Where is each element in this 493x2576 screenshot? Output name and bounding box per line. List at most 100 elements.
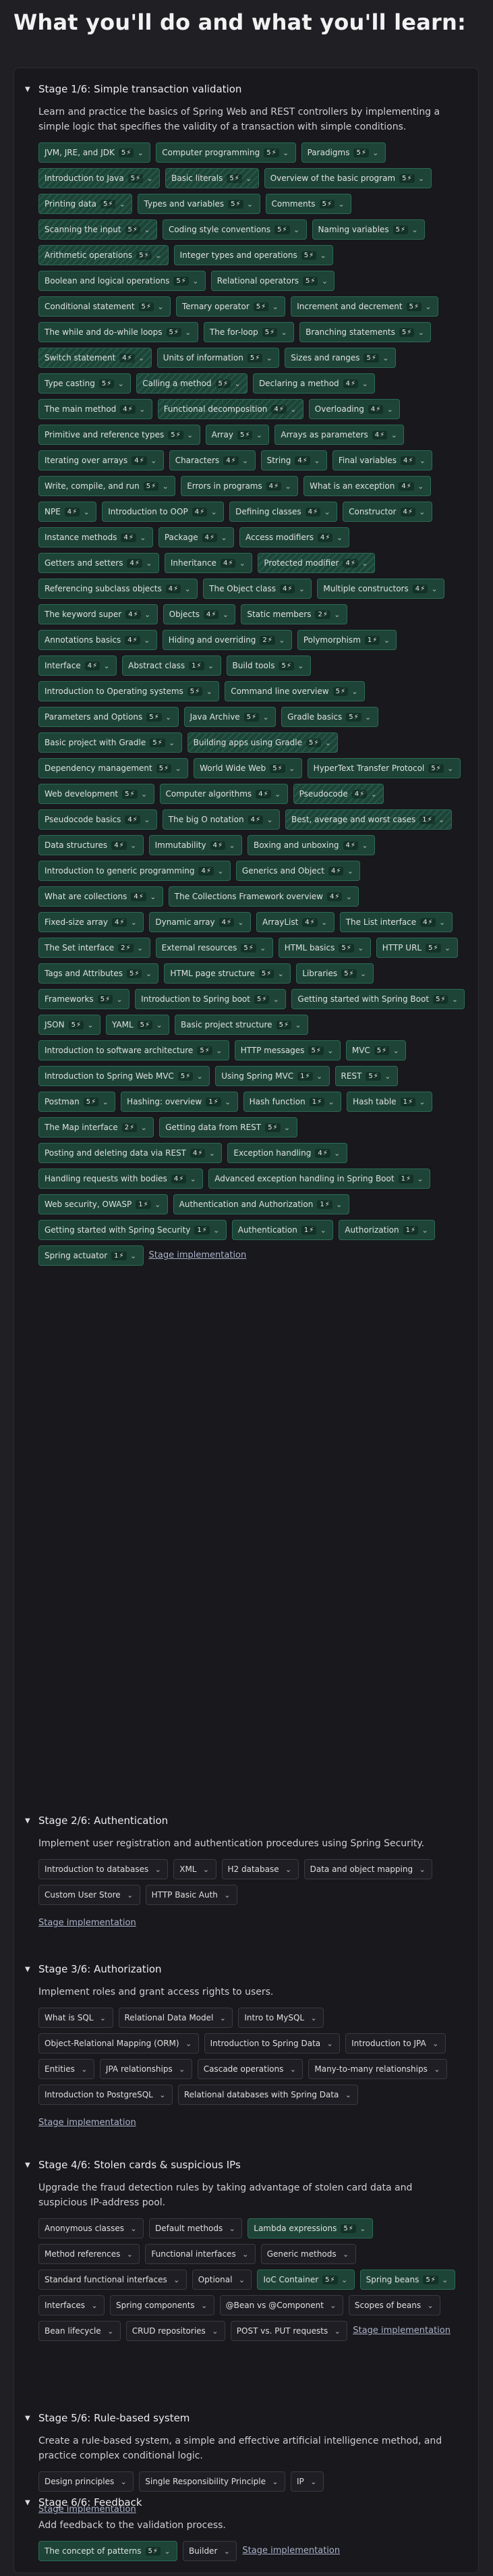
- topic-chip[interactable]: POST vs. PUT requests ⌄: [230, 2321, 348, 2341]
- stage-toggle[interactable]: ▼ Stage 5/6: Rule-based system: [24, 2411, 469, 2425]
- topic-chip[interactable]: Hash table 1 ⚡ ⌄: [347, 1092, 432, 1112]
- topic-chip[interactable]: Errors in programs 4 ⚡ ⌄: [181, 476, 299, 496]
- topic-chip[interactable]: Introduction to databases ⌄: [38, 1859, 169, 1879]
- stage-toggle[interactable]: ▼ Stage 3/6: Authorization: [24, 1962, 469, 1977]
- topic-chip[interactable]: Command line overview 5 ⚡ ⌄: [225, 681, 365, 701]
- topic-chip[interactable]: Comments 5 ⚡ ⌄: [265, 194, 351, 214]
- topic-chip[interactable]: What is SQL ⌄: [38, 2008, 113, 2028]
- topic-chip[interactable]: Introduction to Spring Data ⌄: [204, 2033, 341, 2054]
- topic-chip[interactable]: Types and variables 5 ⚡ ⌄: [138, 194, 260, 214]
- topic-chip[interactable]: Pseudocode 4 ⚡ ⌄: [293, 784, 384, 804]
- topic-chip[interactable]: Generic methods ⌄: [260, 2244, 356, 2264]
- topic-chip[interactable]: HTML page structure 5 ⚡ ⌄: [164, 963, 291, 984]
- topic-chip[interactable]: Introduction to OOP 4 ⚡ ⌄: [102, 502, 225, 522]
- topic-chip[interactable]: Referencing subclass objects 4 ⚡ ⌄: [38, 579, 198, 599]
- stage-toggle[interactable]: ▼ Stage 6/6: Feedback: [24, 2495, 469, 2510]
- topic-chip[interactable]: Overview of the basic program 5 ⚡ ⌄: [264, 168, 432, 188]
- topic-chip[interactable]: What is an exception 4 ⚡ ⌄: [303, 476, 431, 496]
- topic-chip[interactable]: Optional ⌄: [192, 2270, 252, 2290]
- topic-chip[interactable]: HyperText Transfer Protocol 5 ⚡ ⌄: [307, 758, 461, 778]
- topic-chip[interactable]: Builder ⌄: [182, 2541, 237, 2561]
- topic-chip[interactable]: Constructor 4 ⚡ ⌄: [343, 502, 432, 522]
- topic-chip[interactable]: Annotations basics 4 ⚡ ⌄: [38, 630, 157, 650]
- topic-chip[interactable]: Method references ⌄: [38, 2244, 140, 2264]
- topic-chip[interactable]: The while and do-while loops 5 ⚡ ⌄: [38, 322, 198, 342]
- topic-chip[interactable]: Postman 5 ⚡ ⌄: [38, 1092, 116, 1112]
- topic-chip[interactable]: Introduction to JPA ⌄: [345, 2033, 446, 2054]
- topic-chip[interactable]: H2 database ⌄: [221, 1859, 299, 1879]
- topic-chip[interactable]: Advanced exception handling in Spring Bo…: [208, 1169, 430, 1189]
- topic-chip[interactable]: Naming variables 5 ⚡ ⌄: [312, 219, 425, 240]
- topic-chip[interactable]: @Bean vs @Component ⌄: [219, 2295, 343, 2315]
- topic-chip[interactable]: ArrayList 4 ⚡ ⌄: [256, 912, 335, 932]
- topic-chip[interactable]: Abstract class 1 ⚡ ⌄: [122, 655, 221, 676]
- topic-chip[interactable]: Introduction to software architecture 5 ⚡ ⌄: [38, 1040, 229, 1061]
- topic-chip[interactable]: Relational operators 5 ⚡ ⌄: [210, 271, 335, 291]
- topic-chip[interactable]: Getters and setters 4 ⚡ ⌄: [38, 553, 159, 573]
- topic-chip[interactable]: Multiple constructors 4 ⚡ ⌄: [317, 579, 445, 599]
- topic-chip[interactable]: NPE 4 ⚡ ⌄: [38, 502, 97, 522]
- topic-chip[interactable]: MVC 5 ⚡ ⌄: [345, 1040, 407, 1061]
- topic-chip[interactable]: Polymorphism 1 ⚡ ⌄: [297, 630, 397, 650]
- topic-chip[interactable]: Frameworks 5 ⚡ ⌄: [38, 989, 130, 1009]
- topic-chip[interactable]: The Set interface 2 ⚡ ⌄: [38, 938, 150, 958]
- topic-chip[interactable]: Boolean and logical operations 5 ⚡ ⌄: [38, 271, 206, 291]
- topic-chip[interactable]: Getting started with Spring Boot 5 ⚡ ⌄: [291, 989, 465, 1009]
- topic-chip[interactable]: Integer types and operations 5 ⚡ ⌄: [173, 245, 334, 265]
- topic-chip[interactable]: HTML basics 5 ⚡ ⌄: [278, 938, 371, 958]
- topic-chip[interactable]: CRUD repositories ⌄: [125, 2321, 225, 2341]
- topic-chip[interactable]: Protected modifier 4 ⚡ ⌄: [258, 553, 375, 573]
- topic-chip[interactable]: Design principles ⌄: [38, 2471, 134, 2492]
- topic-chip[interactable]: Iterating over arrays 4 ⚡ ⌄: [38, 450, 164, 471]
- topic-chip[interactable]: IoC Container 5 ⚡ ⌄: [257, 2270, 355, 2290]
- topic-chip[interactable]: Basic project with Gradle 5 ⚡ ⌄: [38, 732, 182, 753]
- topic-chip[interactable]: Calling a method 5 ⚡ ⌄: [136, 373, 248, 394]
- topic-chip[interactable]: Switch statement 4 ⚡ ⌄: [38, 348, 152, 368]
- topic-chip[interactable]: Computer algorithms 4 ⚡ ⌄: [159, 784, 288, 804]
- topic-chip[interactable]: JVM, JRE, and JDK 5 ⚡ ⌄: [38, 142, 151, 163]
- stage-toggle[interactable]: ▼ Stage 2/6: Authentication: [24, 1813, 469, 1828]
- topic-chip[interactable]: Primitive and reference types 5 ⚡ ⌄: [38, 425, 200, 445]
- topic-chip[interactable]: Custom User Store ⌄: [38, 1885, 140, 1905]
- topic-chip[interactable]: World Wide Web 5 ⚡ ⌄: [194, 758, 302, 778]
- topic-chip[interactable]: Introduction to PostgreSQL ⌄: [38, 2085, 173, 2105]
- topic-chip[interactable]: Using Spring MVC 1 ⚡ ⌄: [215, 1066, 330, 1086]
- topic-chip[interactable]: The List interface 4 ⚡ ⌄: [339, 912, 453, 932]
- topic-chip[interactable]: Fixed-size array 4 ⚡ ⌄: [38, 912, 144, 932]
- topic-chip[interactable]: Coding style conventions 5 ⚡ ⌄: [162, 219, 307, 240]
- topic-chip[interactable]: Default methods ⌄: [149, 2218, 243, 2238]
- topic-chip[interactable]: REST 5 ⚡ ⌄: [335, 1066, 398, 1086]
- topic-chip[interactable]: Many-to-many relationships ⌄: [308, 2059, 447, 2079]
- topic-chip[interactable]: Inheritance 4 ⚡ ⌄: [164, 553, 253, 573]
- topic-chip[interactable]: Exception handling 4 ⚡ ⌄: [227, 1143, 347, 1163]
- stage-implementation-link[interactable]: Stage implementation: [38, 1913, 136, 1933]
- topic-chip[interactable]: Dynamic array 4 ⚡ ⌄: [149, 912, 251, 932]
- topic-chip[interactable]: Generics and Object 4 ⚡ ⌄: [235, 861, 361, 881]
- topic-chip[interactable]: Hash function 1 ⚡ ⌄: [243, 1092, 342, 1112]
- stage-implementation-link[interactable]: Stage implementation: [242, 2541, 340, 2561]
- topic-chip[interactable]: JPA relationships ⌄: [99, 2059, 192, 2079]
- topic-chip[interactable]: Ternary operator 5 ⚡ ⌄: [175, 296, 286, 317]
- topic-chip[interactable]: Basic literals 5 ⚡ ⌄: [165, 168, 259, 188]
- topic-chip[interactable]: Write, compile, and run 5 ⚡ ⌄: [38, 476, 176, 496]
- topic-chip[interactable]: Authentication 1 ⚡ ⌄: [231, 1220, 334, 1240]
- topic-chip[interactable]: Hashing: overview 1 ⚡ ⌄: [121, 1092, 238, 1112]
- topic-chip[interactable]: Interface 4 ⚡ ⌄: [38, 655, 117, 676]
- topic-chip[interactable]: Standard functional interfaces ⌄: [38, 2270, 187, 2290]
- topic-chip[interactable]: Pseudocode basics 4 ⚡ ⌄: [38, 809, 157, 830]
- topic-chip[interactable]: Arithmetic operations 5 ⚡ ⌄: [38, 245, 169, 265]
- topic-chip[interactable]: HTTP URL 5 ⚡ ⌄: [376, 938, 458, 958]
- topic-chip[interactable]: Relational databases with Spring Data ⌄: [177, 2085, 359, 2105]
- stage-implementation-link[interactable]: Stage implementation: [149, 1245, 247, 1266]
- topic-chip[interactable]: Immutability 4 ⚡ ⌄: [148, 835, 243, 855]
- topic-chip[interactable]: Build tools 5 ⚡ ⌄: [226, 655, 311, 676]
- topic-chip[interactable]: Tags and Attributes 5 ⚡ ⌄: [38, 963, 159, 984]
- topic-chip[interactable]: Overloading 4 ⚡ ⌄: [308, 399, 401, 419]
- topic-chip[interactable]: The for-loop 5 ⚡ ⌄: [203, 322, 295, 342]
- topic-chip[interactable]: Single Responsibility Principle ⌄: [139, 2471, 285, 2492]
- topic-chip[interactable]: Static members 2 ⚡ ⌄: [241, 604, 347, 624]
- topic-chip[interactable]: Lambda expressions 5 ⚡ ⌄: [248, 2218, 373, 2238]
- topic-chip[interactable]: Declaring a method 4 ⚡ ⌄: [252, 373, 376, 394]
- topic-chip[interactable]: Units of information 5 ⚡ ⌄: [156, 348, 280, 368]
- topic-chip[interactable]: Basic project structure 5 ⚡ ⌄: [175, 1015, 308, 1035]
